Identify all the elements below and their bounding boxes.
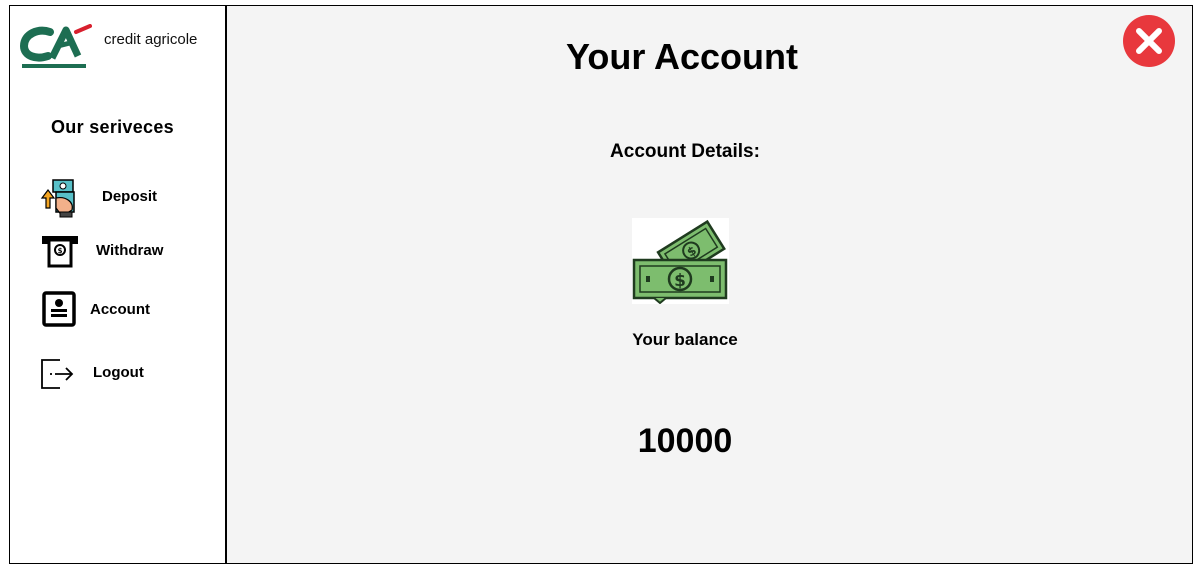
sidebar-item-label: Withdraw [96, 242, 164, 259]
main-panel: Your Account Account Details: $ $ Your b… [227, 6, 1192, 563]
services-title: Our seriveces [51, 117, 174, 137]
sidebar-item-deposit[interactable]: Deposit [40, 178, 180, 222]
sidebar-item-label: Logout [93, 364, 144, 381]
sidebar-item-logout[interactable]: Logout [40, 354, 180, 398]
atm-withdraw-icon: $ [42, 236, 78, 268]
sidebar-item-account[interactable]: Account [40, 291, 180, 335]
sidebar-item-label: Deposit [102, 188, 158, 205]
sidebar-item-withdraw[interactable]: $ Withdraw [40, 232, 180, 276]
deposit-icon [40, 179, 75, 218]
account-details-label: Account Details: [610, 141, 760, 162]
brand: credit agricole [20, 24, 220, 74]
balance-label: Your balance [632, 330, 738, 349]
logout-icon [41, 359, 74, 389]
brand-name: credit agricole [104, 31, 198, 48]
svg-text:$: $ [58, 247, 63, 255]
balance-value: 10000 [637, 422, 733, 460]
credit-agricole-logo [20, 24, 92, 68]
sidebar: credit agricole Our seriveces Deposit $ [10, 6, 227, 563]
account-card-icon [42, 291, 76, 327]
page-title: Your Account [566, 36, 798, 77]
sidebar-item-label: Account [90, 301, 150, 318]
money-icon: $ $ [632, 218, 729, 304]
app-window: credit agricole Our seriveces Deposit $ [9, 5, 1193, 564]
svg-text:$: $ [674, 271, 686, 291]
close-icon[interactable] [1120, 15, 1178, 67]
